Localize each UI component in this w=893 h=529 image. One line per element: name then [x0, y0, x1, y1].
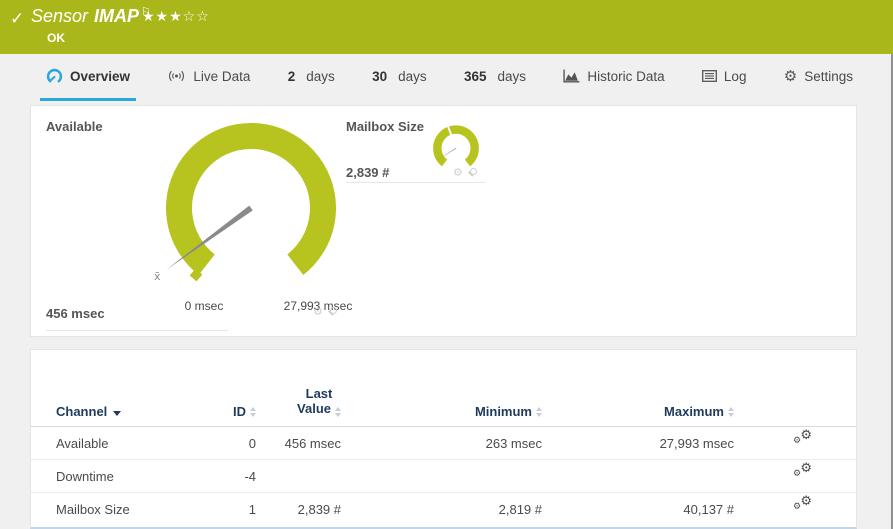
- channel-settings-icon[interactable]: ⚙⚙: [793, 437, 812, 453]
- tab-historic-data-label: Historic Data: [587, 69, 664, 84]
- tab-365-days-number: 365: [464, 69, 487, 84]
- sort-icon: [536, 407, 542, 417]
- tab-overview[interactable]: Overview: [40, 54, 136, 101]
- column-header-last-value[interactable]: Last Value: [261, 386, 346, 419]
- tab-30-days-number: 30: [372, 69, 387, 84]
- historic-chart-icon: [563, 69, 580, 83]
- prtg-sensor-page: ✓ SensorIMAP⚐ ★★★☆☆ OK Overview Live Dat…: [0, 0, 893, 529]
- tab-overview-label: Overview: [70, 69, 130, 84]
- channel-id: 0: [231, 427, 261, 460]
- gauge-pin-icon[interactable]: [467, 168, 476, 179]
- page-title: SensorIMAP⚐: [31, 6, 151, 27]
- channel-maximum: 27,993 msec: [547, 427, 739, 460]
- channel-minimum: [346, 460, 547, 493]
- live-data-icon: [167, 69, 186, 83]
- channel-name[interactable]: Downtime: [56, 460, 231, 493]
- channel-id: -4: [231, 460, 261, 493]
- gauge-settings-icon[interactable]: ⚙: [313, 307, 323, 318]
- column-header-channel[interactable]: Channel: [56, 386, 231, 419]
- channel-name[interactable]: Available: [56, 427, 231, 460]
- tab-log[interactable]: Log: [696, 54, 753, 101]
- gauge-min-label: 0 msec: [154, 299, 254, 313]
- tab-log-label: Log: [724, 69, 747, 84]
- tab-30-days-label: days: [398, 69, 427, 84]
- gauge-available-tools: ⚙: [313, 307, 336, 318]
- column-header-minimum[interactable]: Minimum: [346, 386, 547, 419]
- gauge-icon: [46, 68, 63, 85]
- gauge-pin-icon[interactable]: [327, 307, 336, 318]
- channel-minimum: 263 msec: [346, 427, 547, 460]
- status-badge: OK: [47, 31, 65, 45]
- sort-icon: [335, 407, 341, 417]
- gauge-settings-icon[interactable]: ⚙: [453, 168, 463, 179]
- gauges-panel: Available x̄ 0 msec 27,993 msec 456 msec…: [30, 105, 857, 337]
- channel-minimum: 2,819 #: [346, 493, 547, 526]
- gear-icon: ⚙: [784, 69, 797, 84]
- priority-stars[interactable]: ★★★☆☆: [142, 8, 210, 25]
- log-icon: [702, 70, 717, 82]
- status-check-icon: ✓: [10, 9, 24, 29]
- sort-icon: [250, 407, 256, 417]
- column-header-maximum[interactable]: Maximum: [547, 386, 739, 419]
- stars-empty: ☆☆: [183, 8, 210, 24]
- tab-bar: Overview Live Data 2 days 30 days 365 da…: [0, 54, 893, 101]
- gauge-mailbox-value: 2,839 #: [346, 165, 389, 180]
- tab-live-data-label: Live Data: [193, 69, 250, 84]
- tab-365-days[interactable]: 365 days: [458, 54, 532, 101]
- gauge-available-title: Available: [46, 119, 103, 134]
- column-header-id-label: ID: [233, 404, 246, 419]
- tab-2-days-label: days: [306, 69, 335, 84]
- channel-last-value: 456 msec: [261, 427, 346, 460]
- channel-last-value: [261, 460, 346, 493]
- channel-table-panel: Channel ID Last Value Minimum Maximum: [30, 349, 857, 529]
- table-row-downtime[interactable]: Downtime -4 ⚙⚙: [31, 460, 856, 493]
- stars-filled: ★★★: [142, 8, 183, 24]
- channel-settings-icon[interactable]: ⚙⚙: [793, 470, 812, 486]
- channel-settings-icon[interactable]: ⚙⚙: [793, 503, 812, 519]
- column-header-maximum-label: Maximum: [664, 404, 724, 419]
- channel-maximum: 40,137 #: [547, 493, 739, 526]
- gauge-average-marker: x̄: [154, 270, 161, 283]
- gauge-mailbox-title: Mailbox Size: [346, 119, 424, 134]
- tab-historic-data[interactable]: Historic Data: [557, 54, 670, 101]
- gauge-mailbox-tools: ⚙: [453, 168, 476, 179]
- gauge-available-value: 456 msec: [46, 306, 105, 321]
- column-header-minimum-label: Minimum: [475, 404, 532, 419]
- sensor-name: IMAP: [94, 6, 139, 26]
- sort-desc-icon: [113, 411, 121, 416]
- tab-30-days[interactable]: 30 days: [366, 54, 433, 101]
- channel-last-value: 2,839 #: [261, 493, 346, 526]
- column-header-last-label: Last: [306, 386, 333, 401]
- tab-settings[interactable]: ⚙ Settings: [778, 54, 859, 101]
- tab-live-data[interactable]: Live Data: [161, 54, 256, 101]
- channel-maximum: [547, 460, 739, 493]
- column-header-value-label: Value: [297, 401, 331, 416]
- table-row-available[interactable]: Available 0 456 msec 263 msec 27,993 mse…: [31, 427, 856, 460]
- table-row-mailbox-size[interactable]: Mailbox Size 1 2,839 # 2,819 # 40,137 # …: [31, 493, 856, 526]
- divider: [346, 182, 486, 183]
- channel-table-header: Channel ID Last Value Minimum Maximum: [31, 350, 856, 427]
- tab-2-days[interactable]: 2 days: [282, 54, 341, 101]
- sensor-type-label: Sensor: [31, 6, 88, 26]
- tab-365-days-label: days: [497, 69, 526, 84]
- gauge-arc: [437, 130, 474, 163]
- available-gauge: x̄: [146, 118, 356, 303]
- sort-icon: [728, 407, 734, 417]
- channel-id: 1: [231, 493, 261, 526]
- column-header-id[interactable]: ID: [231, 386, 261, 419]
- divider: [46, 330, 228, 331]
- sensor-header: ✓ SensorIMAP⚐ ★★★☆☆ OK: [0, 0, 893, 54]
- column-header-channel-label: Channel: [56, 404, 107, 419]
- tab-2-days-number: 2: [288, 69, 296, 84]
- channel-name[interactable]: Mailbox Size: [56, 493, 231, 526]
- tab-settings-label: Settings: [804, 69, 853, 84]
